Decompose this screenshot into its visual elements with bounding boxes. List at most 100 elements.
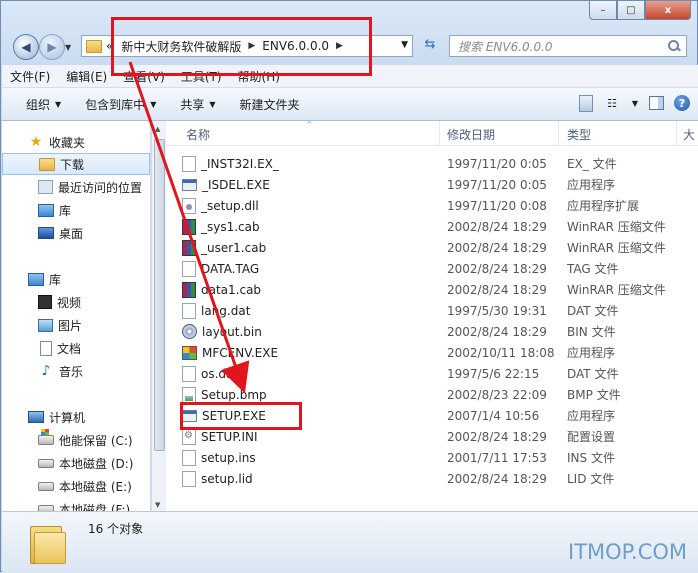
file-row[interactable]: setup.ins 2001/7/11 17:53 INS 文件 (182, 447, 692, 468)
file-row[interactable]: MFCENV.EXE 2002/10/11 18:08 应用程序 (182, 342, 692, 363)
search-input[interactable]: 搜索 ENV6.0.0.0 (450, 38, 668, 55)
breadcrumb-current[interactable]: ENV6.0.0.0 (258, 39, 333, 53)
file-row[interactable]: setup.lid 2002/8/24 18:29 LID 文件 (182, 468, 692, 489)
share-button[interactable]: 共享 ▼ (168, 96, 227, 113)
file-row[interactable]: _sys1.cab 2002/8/24 18:29 WinRAR 压缩文件 (182, 216, 692, 237)
desktop-icon (38, 227, 54, 239)
column-headers: ^ 名称 修改日期 类型 大 (166, 121, 698, 146)
file-row[interactable]: SETUP.INI 2002/8/24 18:29 配置设置 (182, 426, 692, 447)
minimize-button[interactable]: – (589, 1, 617, 20)
help-icon[interactable]: ? (674, 95, 690, 111)
forward-button[interactable]: ▶ (39, 34, 65, 60)
nav-drive-e[interactable]: 本地磁盘 (E:) (38, 475, 132, 497)
scroll-down-icon[interactable]: ▼ (155, 501, 160, 509)
file-row[interactable]: _setup.dll 1997/11/20 0:08 应用程序扩展 (182, 195, 692, 216)
file-row[interactable]: data1.cab 2002/8/24 18:29 WinRAR 压缩文件 (182, 279, 692, 300)
search-icon[interactable] (668, 40, 680, 52)
search-box[interactable]: 搜索 ENV6.0.0.0 (449, 35, 687, 57)
file-row[interactable]: _user1.cab 2002/8/24 18:29 WinRAR 压缩文件 (182, 237, 692, 258)
history-dropdown-icon[interactable]: ▼ (65, 43, 71, 52)
file-name: _user1.cab (201, 240, 267, 255)
nav-videos[interactable]: 视频 (38, 291, 81, 313)
file-date: 1997/11/20 0:08 (447, 198, 547, 213)
nav-computer[interactable]: 计算机 (28, 406, 85, 428)
nav-libraries[interactable]: 库 (28, 268, 61, 290)
file-row[interactable]: os.dat 1997/5/6 22:15 DAT 文件 (182, 363, 692, 384)
file-type: 应用程序 (567, 178, 616, 192)
nav-pictures[interactable]: 图片 (38, 314, 82, 336)
file-type: WinRAR 压缩文件 (567, 220, 666, 234)
file-name: layout.bin (202, 324, 262, 339)
menu-tools[interactable]: 工具(T) (173, 68, 230, 85)
maximize-button[interactable]: □ (617, 1, 645, 20)
drive-icon (38, 481, 54, 491)
file-row[interactable]: layout.bin 2002/8/24 18:29 BIN 文件 (182, 321, 692, 342)
file-type: DAT 文件 (567, 367, 619, 381)
file-date: 1997/5/6 22:15 (447, 366, 540, 381)
pictures-icon (38, 318, 53, 332)
nav-documents[interactable]: 文档 (40, 337, 81, 359)
file-name: setup.ins (201, 450, 256, 465)
address-dropdown-icon[interactable]: ▼ (401, 40, 408, 50)
column-size[interactable]: 大 (683, 126, 695, 143)
open-file-icon[interactable] (579, 94, 593, 112)
back-button[interactable]: ◀ (13, 34, 39, 60)
nav-scrollbar[interactable]: ▲ ▼ (151, 121, 166, 511)
organize-button[interactable]: 组织 ▼ (2, 96, 73, 113)
file-name: setup.lid (201, 471, 253, 486)
chevron-right-icon[interactable]: ▶ (333, 41, 346, 51)
menu-help[interactable]: 帮助(H) (230, 68, 288, 85)
sort-ascending-icon: ^ (306, 121, 313, 129)
refresh-icon[interactable]: ⇆ (419, 37, 441, 55)
new-folder-button[interactable]: 新建文件夹 (228, 96, 312, 113)
nav-library-favorite[interactable]: 库 (38, 199, 71, 221)
menu-edit[interactable]: 编辑(E) (58, 68, 115, 85)
nav-desktop[interactable]: 桌面 (38, 222, 83, 244)
file-date: 1997/5/30 19:31 (447, 303, 547, 318)
preview-pane-icon[interactable] (649, 96, 664, 110)
close-button[interactable]: x (645, 1, 691, 20)
nav-drive-d[interactable]: 本地磁盘 (D:) (38, 452, 133, 474)
scrollbar-thumb[interactable] (154, 139, 165, 451)
file-row[interactable]: SETUP.EXE 2007/1/4 10:56 应用程序 (182, 405, 692, 426)
nav-favorites[interactable]: ★ 收藏夹 (28, 131, 85, 153)
address-bar[interactable]: « 新中大财务软件破解版 ▶ ENV6.0.0.0 ▶ ▼ (81, 35, 413, 57)
nav-label: 库 (49, 272, 62, 287)
file-row[interactable]: _INST32I.EX_ 1997/11/20 0:05 EX_ 文件 (182, 153, 692, 174)
file-row[interactable]: lang.dat 1997/5/30 19:31 DAT 文件 (182, 300, 692, 321)
breadcrumb-overflow[interactable]: « (102, 39, 117, 53)
file-row[interactable]: DATA.TAG 2002/8/24 18:29 TAG 文件 (182, 258, 692, 279)
column-name[interactable]: 名称 (186, 126, 210, 143)
nav-music[interactable]: ♪ 音乐 (38, 360, 83, 382)
menu-file[interactable]: 文件(F) (2, 68, 58, 85)
nav-label: 文档 (57, 341, 82, 356)
view-options-icon[interactable]: ☷ (603, 94, 621, 112)
nav-drive-c[interactable]: 他能保留 (C:) (38, 429, 133, 451)
file-row[interactable]: Setup.bmp 2002/8/23 22:09 BMP 文件 (182, 384, 692, 405)
breadcrumb-parent[interactable]: 新中大财务软件破解版 (117, 38, 245, 55)
folder-icon (86, 39, 102, 53)
menu-bar: 文件(F) 编辑(E) 查看(V) 工具(T) 帮助(H) (2, 65, 698, 88)
nav-downloads[interactable]: 下载 (2, 153, 150, 175)
library-icon (38, 203, 54, 217)
video-icon (38, 295, 52, 309)
column-type[interactable]: 类型 (567, 126, 591, 143)
file-date: 1997/11/20 0:05 (447, 156, 547, 171)
folder-large-icon (30, 522, 66, 564)
nav-recent[interactable]: 最近访问的位置 (38, 176, 142, 198)
file-type: 配置设置 (567, 430, 616, 444)
nav-drive-f[interactable]: 本地磁盘 (F:) (38, 498, 130, 511)
scroll-up-icon[interactable]: ▲ (155, 125, 160, 133)
menu-view[interactable]: 查看(V) (115, 68, 173, 85)
column-date[interactable]: 修改日期 (447, 126, 495, 143)
file-date: 2007/1/4 10:56 (447, 408, 540, 423)
organize-label: 组织 (26, 97, 51, 112)
view-dropdown-icon[interactable]: ▼ (631, 94, 639, 112)
file-date: 2002/8/24 18:29 (447, 324, 547, 339)
nav-label: 他能保留 (C:) (59, 433, 133, 448)
file-date: 2002/8/24 18:29 (447, 282, 547, 297)
document-icon (40, 340, 52, 356)
chevron-right-icon[interactable]: ▶ (245, 41, 258, 51)
include-library-button[interactable]: 包含到库中 ▼ (73, 96, 168, 113)
file-row[interactable]: _ISDEL.EXE 1997/11/20 0:05 应用程序 (182, 174, 692, 195)
